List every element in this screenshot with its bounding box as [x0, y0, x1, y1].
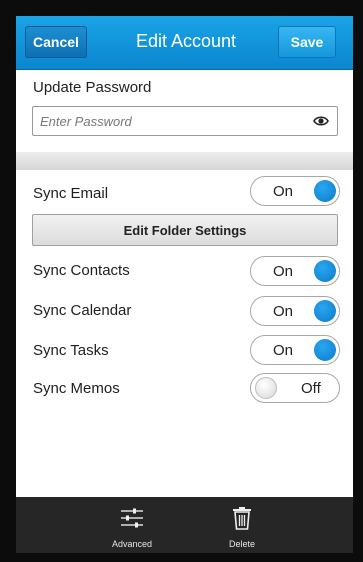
toggle-state-label: Off [301, 380, 321, 397]
sync-email-toggle[interactable]: On [250, 176, 340, 206]
title-bar: Cancel Edit Account Save [16, 16, 353, 70]
toggle-knob [314, 300, 336, 322]
toggle-state-label: On [273, 342, 294, 359]
sync-memos-toggle[interactable]: Off [250, 373, 340, 403]
toggle-knob [314, 180, 336, 202]
edit-account-screen: Cancel Edit Account Save Update Password… [16, 16, 353, 553]
page-title: Edit Account [135, 31, 237, 51]
device-frame: Cancel Edit Account Save Update Password… [0, 0, 363, 562]
delete-label: Delete [228, 539, 255, 549]
sync-calendar-toggle[interactable]: On [250, 296, 340, 326]
save-button[interactable]: Save [278, 26, 336, 58]
sync-memos-label: Sync Memos [33, 380, 120, 397]
update-password-label: Update Password [33, 79, 152, 96]
eye-icon[interactable] [313, 113, 329, 129]
sync-calendar-label: Sync Calendar [33, 302, 132, 319]
trash-icon [233, 507, 251, 530]
edit-folder-settings-button[interactable]: Edit Folder Settings [32, 214, 338, 246]
sync-contacts-toggle[interactable]: On [250, 256, 340, 286]
toggle-knob [314, 339, 336, 361]
advanced-label: Advanced [111, 539, 153, 549]
delete-action[interactable]: Delete [207, 497, 277, 553]
sliders-icon [121, 508, 143, 528]
toggle-knob [255, 377, 277, 399]
sync-tasks-toggle[interactable]: On [250, 335, 340, 365]
sync-contacts-label: Sync Contacts [33, 262, 130, 279]
toggle-state-label: On [273, 183, 294, 200]
toggle-knob [314, 260, 336, 282]
section-divider [16, 152, 353, 170]
password-input[interactable] [32, 106, 338, 136]
toggle-state-label: On [273, 263, 294, 280]
action-bar: Advanced Delete [16, 497, 353, 553]
toggle-state-label: On [273, 303, 294, 320]
advanced-action[interactable]: Advanced [97, 497, 167, 553]
sync-email-label: Sync Email [33, 185, 109, 202]
sync-tasks-label: Sync Tasks [33, 342, 109, 359]
cancel-button[interactable]: Cancel [25, 26, 87, 58]
